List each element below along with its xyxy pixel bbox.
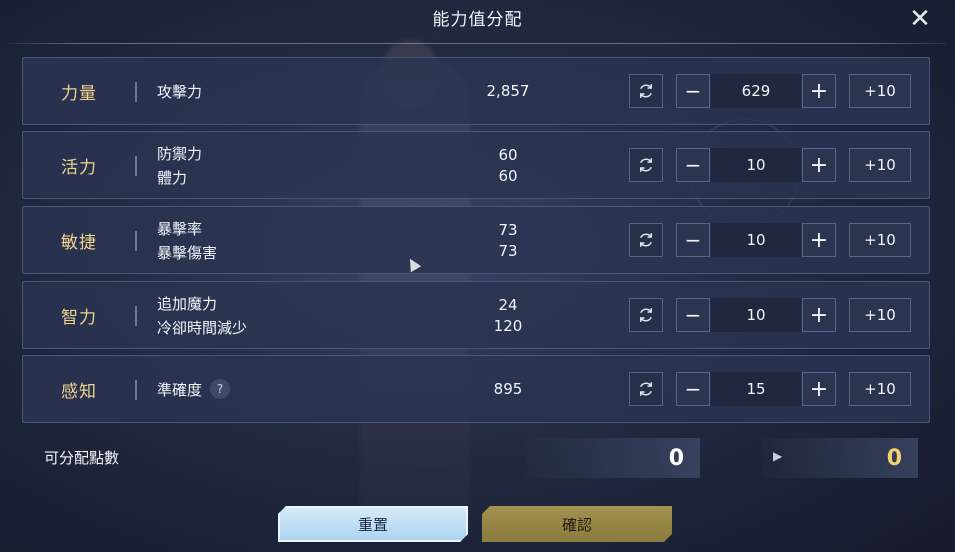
increase-button[interactable]: + xyxy=(802,74,836,108)
page-title: 能力值分配 xyxy=(432,10,523,30)
attribute-label: 智力 xyxy=(61,307,97,328)
plus-icon: + xyxy=(809,152,829,178)
stat-names: 攻擊力 xyxy=(157,58,202,124)
refresh-icon xyxy=(640,308,652,322)
stat-names: 暴擊率 暴擊傷害 xyxy=(157,207,217,273)
confirm-button[interactable]: 確認 xyxy=(482,506,672,542)
allocation-count: 15 xyxy=(711,372,801,406)
stat-name: 暴擊傷害 xyxy=(157,243,218,262)
stat-row-strength: 力量 攻擊力 2,857 − 629 + +10 xyxy=(22,57,930,125)
stat-row-intelligence: 智力 追加魔力 冷卻時間減少 24 120 − 10 + +10 xyxy=(22,281,930,349)
stat-values: 60 60 xyxy=(443,132,573,198)
points-current: 0 xyxy=(526,438,700,478)
stat-value: 895 xyxy=(493,380,523,398)
stat-value: 73 xyxy=(498,241,518,260)
stat-value: 60 xyxy=(498,145,518,164)
plus-icon: + xyxy=(809,376,829,402)
distributable-points: 可分配點數 0 0 ▶ xyxy=(22,432,930,482)
divider xyxy=(135,156,137,176)
stat-names: 追加魔力 冷卻時間減少 xyxy=(157,282,247,348)
stat-values: 24 120 xyxy=(443,282,573,348)
points-after: 0 xyxy=(762,438,918,478)
add-ten-button[interactable]: +10 xyxy=(849,298,911,332)
divider xyxy=(135,380,137,400)
divider xyxy=(135,306,137,326)
minus-icon: − xyxy=(684,153,702,177)
attribute-label: 力量 xyxy=(61,83,97,104)
refresh-icon xyxy=(640,233,652,247)
stat-value: 24 xyxy=(498,295,518,314)
stat-name: 準確度 xyxy=(157,380,203,399)
decrease-button[interactable]: − xyxy=(676,223,710,257)
stat-value: 73 xyxy=(498,220,518,239)
reset-stat-button[interactable] xyxy=(629,372,663,406)
minus-icon: − xyxy=(684,377,702,401)
minus-icon: − xyxy=(684,228,702,252)
attribute-label: 敏捷 xyxy=(61,232,97,253)
stat-values: 73 73 xyxy=(443,207,573,273)
add-ten-button[interactable]: +10 xyxy=(849,223,911,257)
minus-icon: − xyxy=(684,79,702,103)
stat-name: 體力 xyxy=(157,168,188,187)
refresh-icon xyxy=(640,158,652,172)
increase-button[interactable]: + xyxy=(802,372,836,406)
refresh-icon xyxy=(640,84,652,98)
divider xyxy=(135,231,137,251)
increase-button[interactable]: + xyxy=(802,223,836,257)
plus-icon: + xyxy=(809,302,829,328)
reset-stat-button[interactable] xyxy=(629,298,663,332)
stat-name-line: 準確度 ? xyxy=(157,379,231,400)
stat-name: 攻擊力 xyxy=(157,82,203,101)
stat-name: 追加魔力 xyxy=(157,294,218,313)
stat-row-agility: 敏捷 暴擊率 暴擊傷害 73 73 − 10 + +10 xyxy=(22,206,930,274)
plus-icon: + xyxy=(809,78,829,104)
stat-value: 120 xyxy=(493,316,523,335)
allocation-count: 10 xyxy=(711,298,801,332)
stat-values: 2,857 xyxy=(443,58,573,124)
distributable-label: 可分配點數 xyxy=(44,449,120,467)
decrease-button[interactable]: − xyxy=(676,298,710,332)
stat-value: 2,857 xyxy=(486,82,530,100)
stat-values: 895 xyxy=(443,356,573,422)
reset-stat-button[interactable] xyxy=(629,74,663,108)
add-ten-button[interactable]: +10 xyxy=(849,372,911,406)
refresh-icon xyxy=(640,382,652,396)
decrease-button[interactable]: − xyxy=(676,74,710,108)
decrease-button[interactable]: − xyxy=(676,372,710,406)
header: 能力值分配 ✕ xyxy=(0,0,955,40)
reset-button[interactable]: 重置 xyxy=(278,506,468,542)
allocation-count: 629 xyxy=(711,74,801,108)
close-icon[interactable]: ✕ xyxy=(906,6,934,32)
allocation-count: 10 xyxy=(711,148,801,182)
stat-name: 防禦力 xyxy=(157,144,203,163)
decrease-button[interactable]: − xyxy=(676,148,710,182)
add-ten-button[interactable]: +10 xyxy=(849,74,911,108)
increase-button[interactable]: + xyxy=(802,298,836,332)
minus-icon: − xyxy=(684,303,702,327)
help-icon[interactable]: ? xyxy=(210,379,231,399)
plus-icon: + xyxy=(809,227,829,253)
allocation-count: 10 xyxy=(711,223,801,257)
reset-stat-button[interactable] xyxy=(629,223,663,257)
increase-button[interactable]: + xyxy=(802,148,836,182)
stat-name: 暴擊率 xyxy=(157,219,203,238)
attribute-label: 感知 xyxy=(61,381,97,402)
reset-stat-button[interactable] xyxy=(629,148,663,182)
stat-name: 冷卻時間減少 xyxy=(157,318,248,337)
stat-names: 準確度 ? xyxy=(157,356,231,422)
stat-row-perception: 感知 準確度 ? 895 − 15 + +10 xyxy=(22,355,930,423)
stat-row-vitality: 活力 防禦力 體力 60 60 − 10 + +10 xyxy=(22,131,930,199)
arrow-right-icon: ▶ xyxy=(773,449,783,463)
stat-value: 60 xyxy=(498,166,518,185)
header-divider xyxy=(8,43,946,44)
attribute-label: 活力 xyxy=(61,157,97,178)
stat-names: 防禦力 體力 xyxy=(157,132,202,198)
divider xyxy=(135,82,137,102)
add-ten-button[interactable]: +10 xyxy=(849,148,911,182)
